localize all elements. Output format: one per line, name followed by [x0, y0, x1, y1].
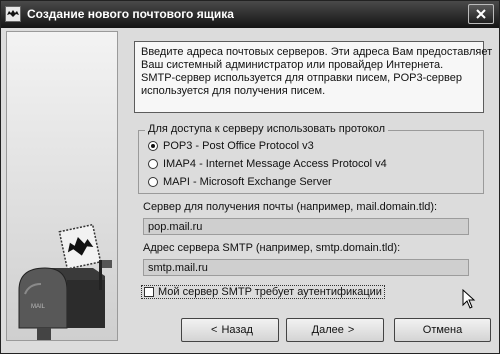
smtp-auth-checkbox-row[interactable]: Мой сервер SMTP требует аутентификации: [141, 285, 385, 299]
cancel-button-label: Отмена: [422, 324, 463, 336]
radio-button-checked[interactable]: [148, 141, 158, 151]
smtp-server-label: Адрес сервера SMTP (например, smtp.domai…: [143, 242, 401, 254]
close-button[interactable]: [468, 4, 494, 24]
side-illustration: MAIL: [6, 31, 118, 341]
protocol-group-legend: Для доступа к серверу использовать прото…: [145, 123, 388, 135]
cancel-button[interactable]: Отмена: [394, 318, 491, 342]
radio-pop3[interactable]: POP3 - Post Office Protocol v3: [148, 140, 314, 152]
radio-label-imap4: IMAP4 - Internet Message Access Protocol…: [163, 158, 387, 170]
close-icon: [476, 9, 486, 19]
smtp-auth-checkbox[interactable]: [144, 287, 154, 297]
next-button-label: Далее: [311, 324, 344, 336]
bat-mail-icon: [5, 6, 21, 22]
info-line: Введите адреса почтовых серверов. Эти ад…: [141, 46, 493, 58]
svg-text:MAIL: MAIL: [31, 304, 46, 310]
incoming-server-input[interactable]: [143, 218, 469, 235]
protocol-group: Для доступа к серверу использовать прото…: [138, 123, 484, 194]
info-line: SMTP-сервер используется для отправки пи…: [141, 72, 462, 84]
back-arrow-icon: <: [211, 324, 218, 336]
info-box: Введите адреса почтовых серверов. Эти ад…: [134, 41, 493, 113]
radio-label-mapi: MAPI - Microsoft Exchange Server: [163, 176, 332, 188]
back-button[interactable]: < Назад: [181, 318, 279, 342]
info-line: Ваш системный администратор или провайде…: [141, 59, 444, 71]
next-arrow-icon: >: [347, 324, 355, 336]
radio-mapi[interactable]: MAPI - Microsoft Exchange Server: [148, 176, 332, 188]
next-button[interactable]: Далее >: [286, 318, 384, 342]
back-button-label: Назад: [221, 324, 253, 336]
window-title: Создание нового почтового ящика: [27, 7, 234, 21]
title-bar[interactable]: Создание нового почтового ящика: [1, 1, 499, 28]
info-line: используется для получения писем.: [141, 85, 326, 97]
radio-button[interactable]: [148, 177, 158, 187]
wizard-window: Создание нового почтового ящика MAIL Вве…: [0, 0, 500, 354]
smtp-auth-label: Мой сервер SMTP требует аутентификации: [158, 286, 382, 298]
wizard-content: Введите адреса почтовых серверов. Эти ад…: [122, 31, 494, 303]
incoming-server-label: Сервер для получения почты (например, ma…: [143, 201, 438, 213]
mailbox-icon: MAIL: [18, 223, 112, 340]
radio-button[interactable]: [148, 159, 158, 169]
radio-imap4[interactable]: IMAP4 - Internet Message Access Protocol…: [148, 158, 387, 170]
mouse-cursor-icon: [462, 289, 476, 309]
smtp-server-input[interactable]: [143, 259, 469, 276]
radio-label-pop3: POP3 - Post Office Protocol v3: [163, 140, 314, 152]
